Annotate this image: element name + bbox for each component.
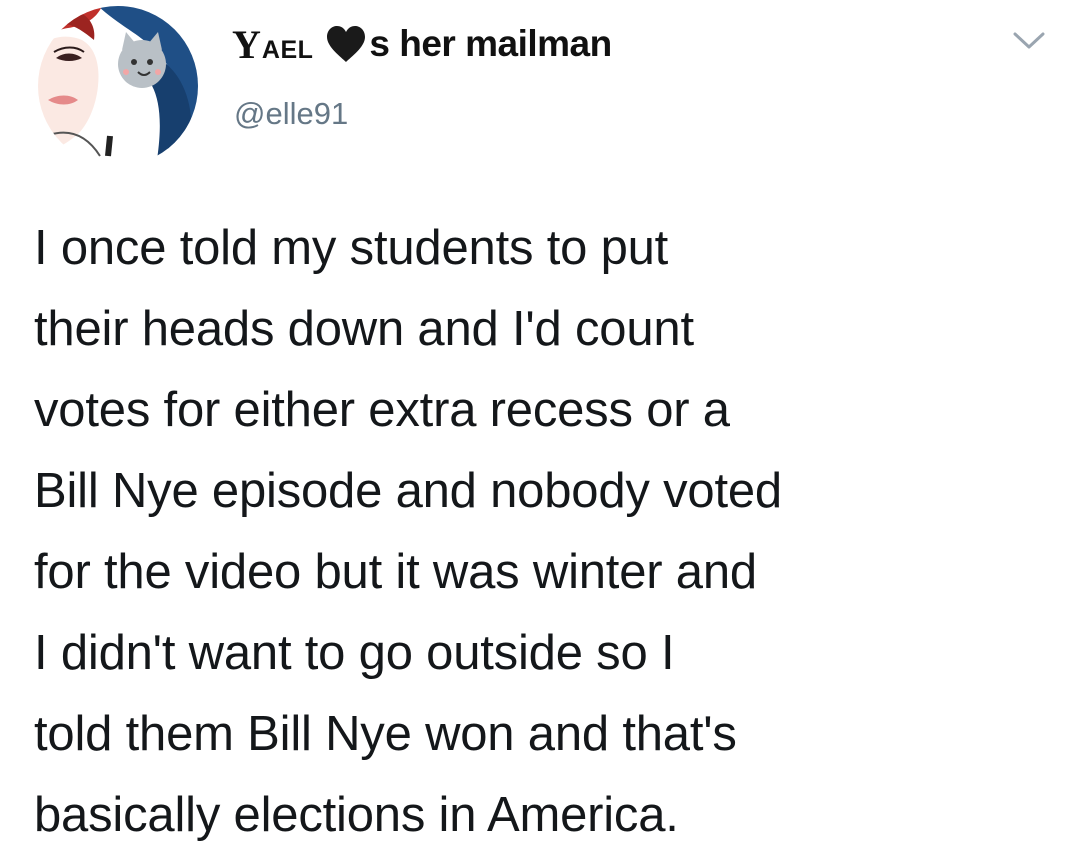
tweet-text-line: I once told my students to put bbox=[34, 221, 669, 275]
author-handle[interactable]: @elle91 bbox=[234, 96, 348, 132]
tweet-text-line: told them Bill Nye won and that's bbox=[34, 707, 737, 761]
tweet-text-line: Bill Nye episode and nobody voted bbox=[34, 464, 782, 518]
tweet-text: I once told my students to put their hea… bbox=[34, 208, 1044, 852]
tweet-text-line: basically elections in America. bbox=[34, 788, 679, 842]
chevron-down-icon[interactable] bbox=[1012, 30, 1046, 52]
display-name: YAEL bbox=[232, 21, 313, 68]
tweet-text-line: I didn't want to go outside so I bbox=[34, 626, 675, 680]
display-name-initial: Y bbox=[232, 21, 261, 67]
display-name-smallcaps: AEL bbox=[261, 35, 314, 64]
author-name-row[interactable]: YAEL s her mailman bbox=[232, 21, 612, 68]
tweet-card: YAEL s her mailman @elle91 I once told m… bbox=[0, 0, 1080, 852]
tweet-text-line: for the video but it was winter and bbox=[34, 545, 757, 599]
avatar-illustration bbox=[38, 6, 198, 166]
avatar[interactable] bbox=[38, 6, 198, 166]
tweet-text-line: votes for either extra recess or a bbox=[34, 383, 730, 437]
heart-icon bbox=[327, 26, 366, 62]
tweet-text-line: their heads down and I'd count bbox=[34, 302, 694, 356]
display-name-suffix: s her mailman bbox=[369, 23, 612, 64]
